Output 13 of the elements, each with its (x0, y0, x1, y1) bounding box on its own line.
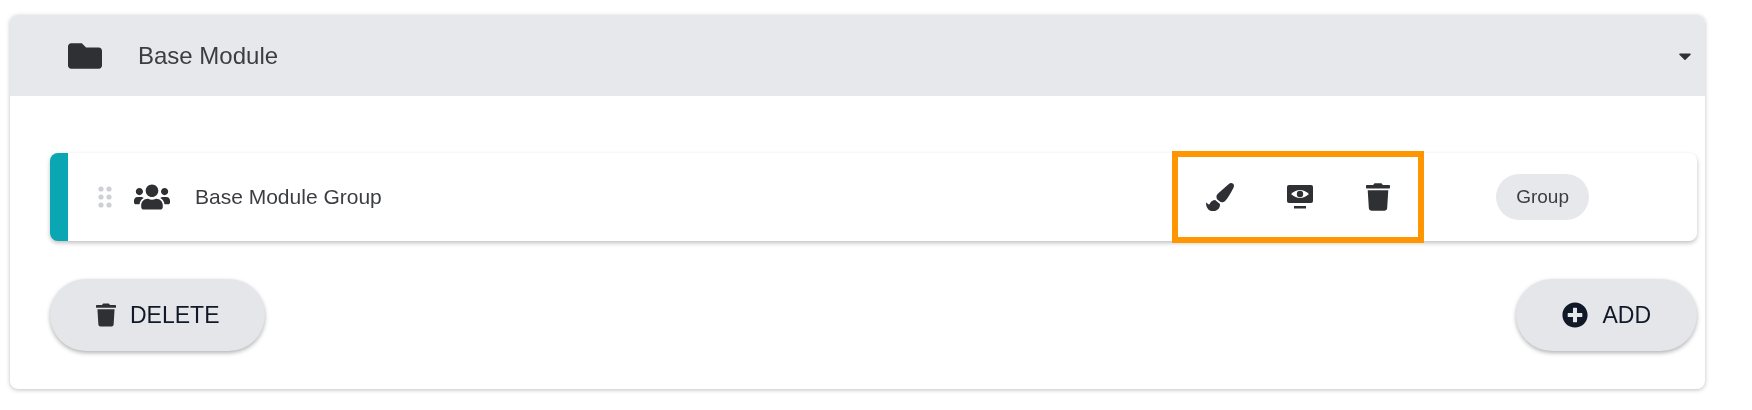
group-name: Base Module Group (195, 184, 382, 211)
add-button[interactable]: ADD (1516, 279, 1697, 351)
delete-button[interactable]: DELETE (50, 279, 266, 351)
trash-icon[interactable] (1366, 183, 1391, 211)
module-title: Base Module (138, 40, 279, 71)
monitor-eye-icon[interactable] (1286, 184, 1315, 210)
module-header[interactable]: Base Module (10, 15, 1705, 96)
trash-icon (96, 303, 116, 327)
people-icon (134, 181, 170, 213)
drag-handle-icon[interactable] (98, 186, 112, 208)
paintbrush-icon[interactable] (1206, 183, 1235, 211)
group-row[interactable]: Base Module Group Group (50, 153, 1697, 241)
group-tag: Group (1496, 173, 1589, 221)
